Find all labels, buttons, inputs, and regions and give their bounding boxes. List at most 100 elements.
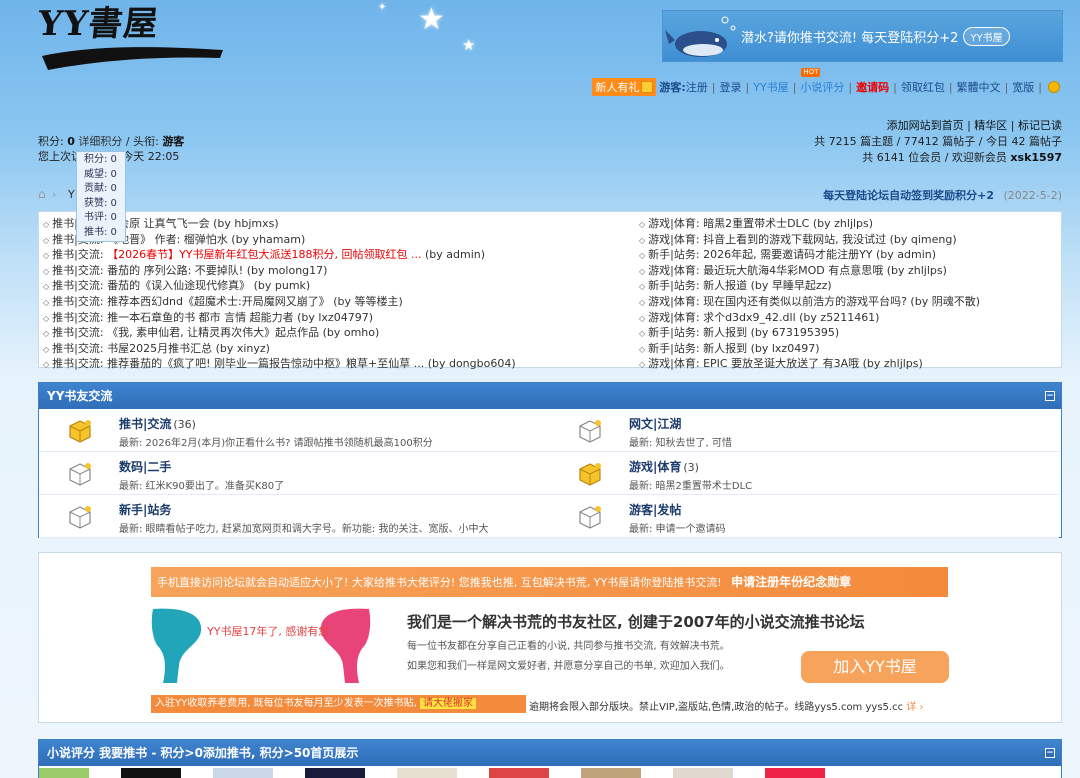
announcement-title[interactable]: 新人报到 (703, 342, 747, 355)
forum-title[interactable]: 网文|江湖 (629, 417, 681, 431)
announcement-author[interactable]: (by 等等楼主) (333, 295, 403, 308)
forum-latest-post[interactable]: 最新: 眼睛看帖子吃力, 赶紧加宽网页和调大字号。新功能: 我的关注、宽版、小中… (119, 520, 488, 535)
announcement-item[interactable]: ◇推书|交流: 一会原 让真气飞一会 (by hbjmxs) (43, 217, 603, 233)
announcement-title[interactable]: 暗黑2重置带术士DLC (703, 217, 809, 230)
announcement-category[interactable]: 游戏|体育 (648, 217, 696, 230)
login-link[interactable]: 登录 (720, 79, 742, 95)
announcement-author[interactable]: (by admin) (876, 248, 936, 261)
announcement-title[interactable]: 番茄的 序列公路: 不要掉队! (107, 264, 243, 277)
announcement-category[interactable]: 推书|交流 (52, 295, 100, 308)
announcement-author[interactable]: (by z5211461) (799, 311, 879, 324)
announcement-category[interactable]: 游戏|体育 (648, 233, 696, 246)
announcement-author[interactable]: (by zhljlps) (863, 357, 923, 370)
announcement-title[interactable]: 书屋2025月推书汇总 (107, 342, 212, 355)
announcement-author[interactable]: (by dongbo604) (428, 357, 516, 370)
book-cover[interactable] (39, 768, 89, 778)
announcement-category[interactable]: 推书|交流 (52, 357, 100, 370)
announcement-author[interactable]: (by yhamam) (231, 233, 305, 246)
announcement-title[interactable]: 推荐本西幻dnd《超魔术士:开局魔网又崩了》 (107, 295, 330, 308)
announcement-item[interactable]: ◇ 推书|交流: 推荐本西幻dnd《超魔术士:开局魔网又崩了》 (by 等等楼主) (43, 295, 603, 311)
forum-item[interactable]: 新手|站务最新: 眼睛看帖子吃力, 赶紧加宽网页和调大字号。新功能: 我的关注、… (39, 495, 549, 538)
announcement-item[interactable]: ◇ 新手|站务: 新人报到 (by lxz0497) (639, 342, 1059, 358)
forum-name[interactable]: 网文|江湖 (629, 415, 683, 432)
detail-points-link[interactable]: 详细积分 (78, 135, 122, 148)
announcement-author[interactable]: (by hbjmxs) (213, 217, 279, 230)
announcement-item[interactable]: ◇推书|交流: 《地晋》 作者: 榴弹怕水 (by yhamam) (43, 233, 603, 249)
announcement-category[interactable]: 游戏|体育 (648, 264, 696, 277)
forum-item[interactable]: 数码|二手最新: 红米K90要出了。准备买K80了 (39, 452, 549, 495)
red-packet-link[interactable]: 领取红包 (901, 79, 945, 95)
forum-name[interactable]: 新手|站务 (119, 501, 173, 518)
featured-link[interactable]: 精华区 (974, 119, 1007, 132)
announcement-item[interactable]: ◇ 推书|交流: 推一本石章鱼的书 都市 言情 超能力者 (by lxz04797… (43, 311, 603, 327)
forum-item[interactable]: 游戏|体育 (3) 最新: 暗黑2重置带术士DLC (549, 452, 1059, 495)
forum-title[interactable]: 推书|交流 (119, 417, 171, 431)
announcement-title[interactable]: 求个d3dx9_42.dll (703, 311, 796, 324)
announcement-category[interactable]: 推书|交流 (52, 326, 100, 339)
forum-panel-title[interactable]: YY书友交流 (47, 389, 112, 403)
announcement-item[interactable]: ◇ 游戏|体育: 现在国内还有类似以前浩方的游戏平台吗? (by 阴魂不散) (639, 295, 1059, 311)
announcement-item[interactable]: ◇ 推书|交流: 番茄的 序列公路: 不要掉队! (by molong17) (43, 264, 603, 280)
announcement-item[interactable]: ◇ 新手|站务: 新人报到 (by 673195395) (639, 326, 1059, 342)
forum-item[interactable]: 推书|交流 (36) 最新: 2026年2月(本月)你正看什么书? 请跟帖推书领随机… (39, 409, 549, 452)
promo-orange-bar[interactable]: 手机直接访问论坛就会自动适应大小了! 大家给推书大佬评分! 您推我也推, 互包解… (151, 567, 948, 597)
announcement-item[interactable]: ◇ 游戏|体育: 抖音上看到的游戏下载网站, 我没试过 (by qimeng) (639, 233, 1059, 249)
invite-code-link[interactable]: 邀请码 (856, 79, 889, 95)
newbie-gift-button[interactable]: 新人有礼 (592, 78, 657, 96)
collapse-icon[interactable]: − (1045, 391, 1055, 401)
announcement-author[interactable]: (by zhljlps) (887, 264, 947, 277)
announcement-item[interactable]: ◇ 游戏|体育: 求个d3dx9_42.dll (by z5211461) (639, 311, 1059, 327)
book-cover[interactable] (489, 768, 549, 778)
trad-simp-link[interactable]: 繁體中文 (957, 79, 1001, 95)
announcement-author[interactable]: (by molong17) (247, 264, 328, 277)
forum-latest-post[interactable]: 最新: 红米K90要出了。准备买K80了 (119, 477, 284, 492)
book-cover[interactable] (673, 768, 733, 778)
announcement-title[interactable]: 2026年起, 需要邀请码才能注册YY (703, 248, 872, 261)
announcement-author[interactable]: (by admin) (425, 248, 485, 261)
announcement-title[interactable]: 推荐番茄的《疯了吧! 刚毕业一篇报告惊动中枢》粮草+至仙草 ... (107, 357, 424, 370)
forum-item[interactable]: 网文|江湖最新: 知秋去世了, 可惜 (549, 409, 1059, 452)
announcement-title[interactable]: 【2026春节】YY书屋新年红包大派送188积分, 回帖领取红包 ... (107, 248, 421, 261)
announcement-title[interactable]: 新人报道 (703, 279, 747, 292)
announcement-category[interactable]: 新手|站务 (648, 342, 696, 355)
announcement-title[interactable]: 抖音上看到的游戏下载网站, 我没试过 (703, 233, 886, 246)
announcement-item[interactable]: ◇ 推书|交流: 【2026春节】YY书屋新年红包大派送188积分, 回帖领取红包… (43, 248, 603, 264)
rating-panel-title[interactable]: 小说评分 我要推书 - 积分>0添加推书, 积分>50首页展示 (47, 746, 358, 760)
forum-latest-post[interactable]: 最新: 知秋去世了, 可惜 (629, 434, 732, 449)
forum-latest-post[interactable]: 最新: 暗黑2重置带术士DLC (629, 477, 752, 492)
forum-title[interactable]: 游戏|体育 (629, 460, 681, 474)
novel-rating-link[interactable]: 小说评分 (800, 81, 844, 94)
wide-mode-link[interactable]: 宽版 (1012, 79, 1034, 95)
announcement-item[interactable]: ◇ 推书|交流: 《我, 素申仙君, 让精灵再次伟大》起点作品 (by omho) (43, 326, 603, 342)
announcement-author[interactable]: (by lxz0497) (751, 342, 820, 355)
forum-name[interactable]: 推书|交流 (36) (119, 415, 196, 432)
announcement-title[interactable]: 番茄的《误入仙途现代修真》 (107, 279, 250, 292)
forum-title[interactable]: 新手|站务 (119, 503, 171, 517)
announcement-author[interactable]: (by omho) (323, 326, 380, 339)
header-banner[interactable]: 潜水?请你推书交流! 每天登陆积分+2 YY书屋 (662, 10, 1063, 62)
announcement-category[interactable]: 新手|站务 (648, 326, 696, 339)
announcement-category[interactable]: 游戏|体育 (648, 295, 696, 308)
announcement-item[interactable]: ◇ 新手|站务: 新人报道 (by 早睡早起zz) (639, 279, 1059, 295)
forum-item[interactable]: 游客|发帖 最新: 申请一个邀请码 (549, 495, 1059, 538)
more-link[interactable]: 详 › (906, 702, 923, 713)
collapse-icon[interactable]: − (1045, 748, 1055, 758)
announcement-item[interactable]: ◇ 游戏|体育: 暗黑2重置带术士DLC (by zhljlps) (639, 217, 1059, 233)
announcement-author[interactable]: (by lxz04797) (297, 311, 373, 324)
announcement-category[interactable]: 推书|交流 (52, 248, 100, 261)
book-cover[interactable] (581, 768, 641, 778)
register-link[interactable]: 注册 (686, 79, 708, 95)
announcement-item[interactable]: ◇ 推书|交流: 书屋2025月推书汇总 (by xinyz) (43, 342, 603, 358)
announcement-category[interactable]: 推书|交流 (52, 279, 100, 292)
announcement-category[interactable]: 推书|交流 (52, 342, 100, 355)
announcement-category[interactable]: 推书|交流 (52, 311, 100, 324)
forum-title[interactable]: 游客|发帖 (629, 503, 681, 517)
announcement-item[interactable]: ◇ 推书|交流: 推荐番茄的《疯了吧! 刚毕业一篇报告惊动中枢》粮草+至仙草 ..… (43, 357, 603, 373)
join-button[interactable]: 加入YY书屋 (801, 651, 949, 683)
announcement-title[interactable]: 现在国内还有类似以前浩方的游戏平台吗? (703, 295, 910, 308)
announcement-category[interactable]: 游戏|体育 (648, 311, 696, 324)
announcement-item[interactable]: ◇ 游戏|体育: 最近玩大航海4华彩MOD 有点意思哦 (by zhljlps) (639, 264, 1059, 280)
forum-latest-post[interactable]: 最新: 2026年2月(本月)你正看什么书? 请跟帖推书领随机最高100积分 (119, 434, 433, 449)
add-home-link[interactable]: 添加网站到首页 (887, 119, 964, 132)
forum-name[interactable]: 数码|二手 (119, 458, 173, 475)
